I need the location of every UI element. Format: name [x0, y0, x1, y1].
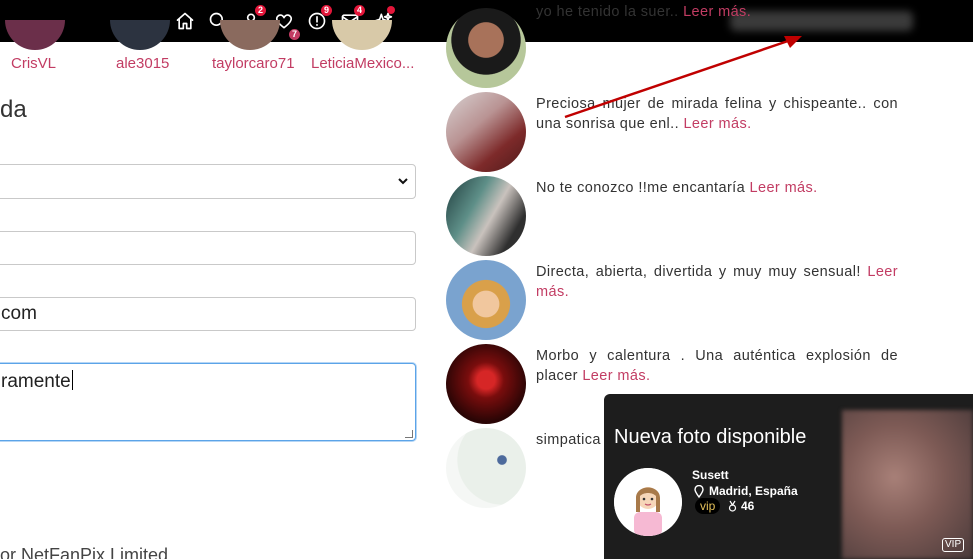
message-textarea[interactable]: ramente [0, 363, 416, 441]
profile-avatar[interactable] [446, 176, 526, 256]
alert-badge: 9 [321, 5, 332, 16]
footer-copyright: or NetFanPix Limited [0, 545, 169, 559]
notification-avatar[interactable] [614, 468, 682, 536]
resize-handle[interactable] [405, 430, 413, 438]
section-title: da [0, 96, 27, 123]
strip-name[interactable]: taylorcaro71 [212, 55, 295, 72]
photo-vip-tag: VIP [942, 538, 965, 552]
sparkle-dot [387, 6, 395, 14]
chevron-down-icon [398, 178, 408, 185]
read-more-link[interactable]: Leer más. [683, 116, 751, 132]
strip-avatar[interactable] [5, 20, 65, 50]
profile-description: Directa, abierta, divertida y muy muy se… [536, 264, 898, 300]
user-badge: 2 [255, 5, 266, 16]
email-value: com [1, 303, 37, 324]
strip-name[interactable]: ale3015 [116, 55, 169, 72]
profile-avatar[interactable] [446, 344, 526, 424]
profile-description: No te conozco !!me encantaría Leer más. [536, 180, 818, 196]
profile-avatar[interactable] [446, 8, 526, 88]
mail-badge: 4 [354, 5, 365, 16]
location-pin-icon [694, 484, 704, 498]
online-avatar-strip: CrisVL ale3015 taylorcaro71 LeticiaMexic… [0, 20, 430, 77]
medal-count: 46 [728, 499, 754, 513]
read-more-link[interactable]: Leer más. [683, 4, 751, 20]
heart-badge: 7 [289, 29, 300, 40]
profile-description: Preciosa mujer de mirada felina y chispe… [536, 96, 898, 132]
read-more-link[interactable]: Leer más. [750, 180, 818, 196]
vip-badge: vip [695, 498, 721, 514]
name-field[interactable] [0, 231, 416, 265]
textarea-value: ramente [1, 371, 71, 392]
notification-username[interactable]: Susett [692, 468, 729, 482]
profile-description: yo he tenido la suer.. Leer más. [536, 4, 752, 20]
email-field[interactable]: com [0, 297, 416, 331]
strip-avatar[interactable] [220, 20, 280, 50]
medal-icon [728, 500, 737, 512]
text-caret [71, 370, 73, 390]
read-more-link[interactable]: Leer más. [582, 368, 650, 384]
profile-description: Morbo y calentura . Una auténtica explos… [536, 348, 898, 384]
notification-title: Nueva foto disponible [614, 426, 807, 448]
strip-name[interactable]: LeticiaMexico... [311, 55, 414, 72]
strip-name[interactable]: CrisVL [11, 55, 56, 72]
home-icon[interactable] [168, 8, 201, 34]
profile-avatar[interactable] [446, 428, 526, 508]
notification-location: Madrid, España [694, 484, 798, 498]
new-photo-notification[interactable]: VIP Nueva foto disponible Susett Madrid,… [604, 394, 973, 559]
strip-avatar[interactable] [332, 20, 392, 50]
alert-icon[interactable]: 9 [300, 5, 333, 34]
strip-avatar[interactable] [110, 20, 170, 50]
profile-avatar[interactable] [446, 260, 526, 340]
notification-photo[interactable] [842, 410, 973, 559]
cartoon-girl-avatar [614, 468, 682, 536]
profile-avatar[interactable] [446, 92, 526, 172]
category-select[interactable] [0, 164, 416, 199]
